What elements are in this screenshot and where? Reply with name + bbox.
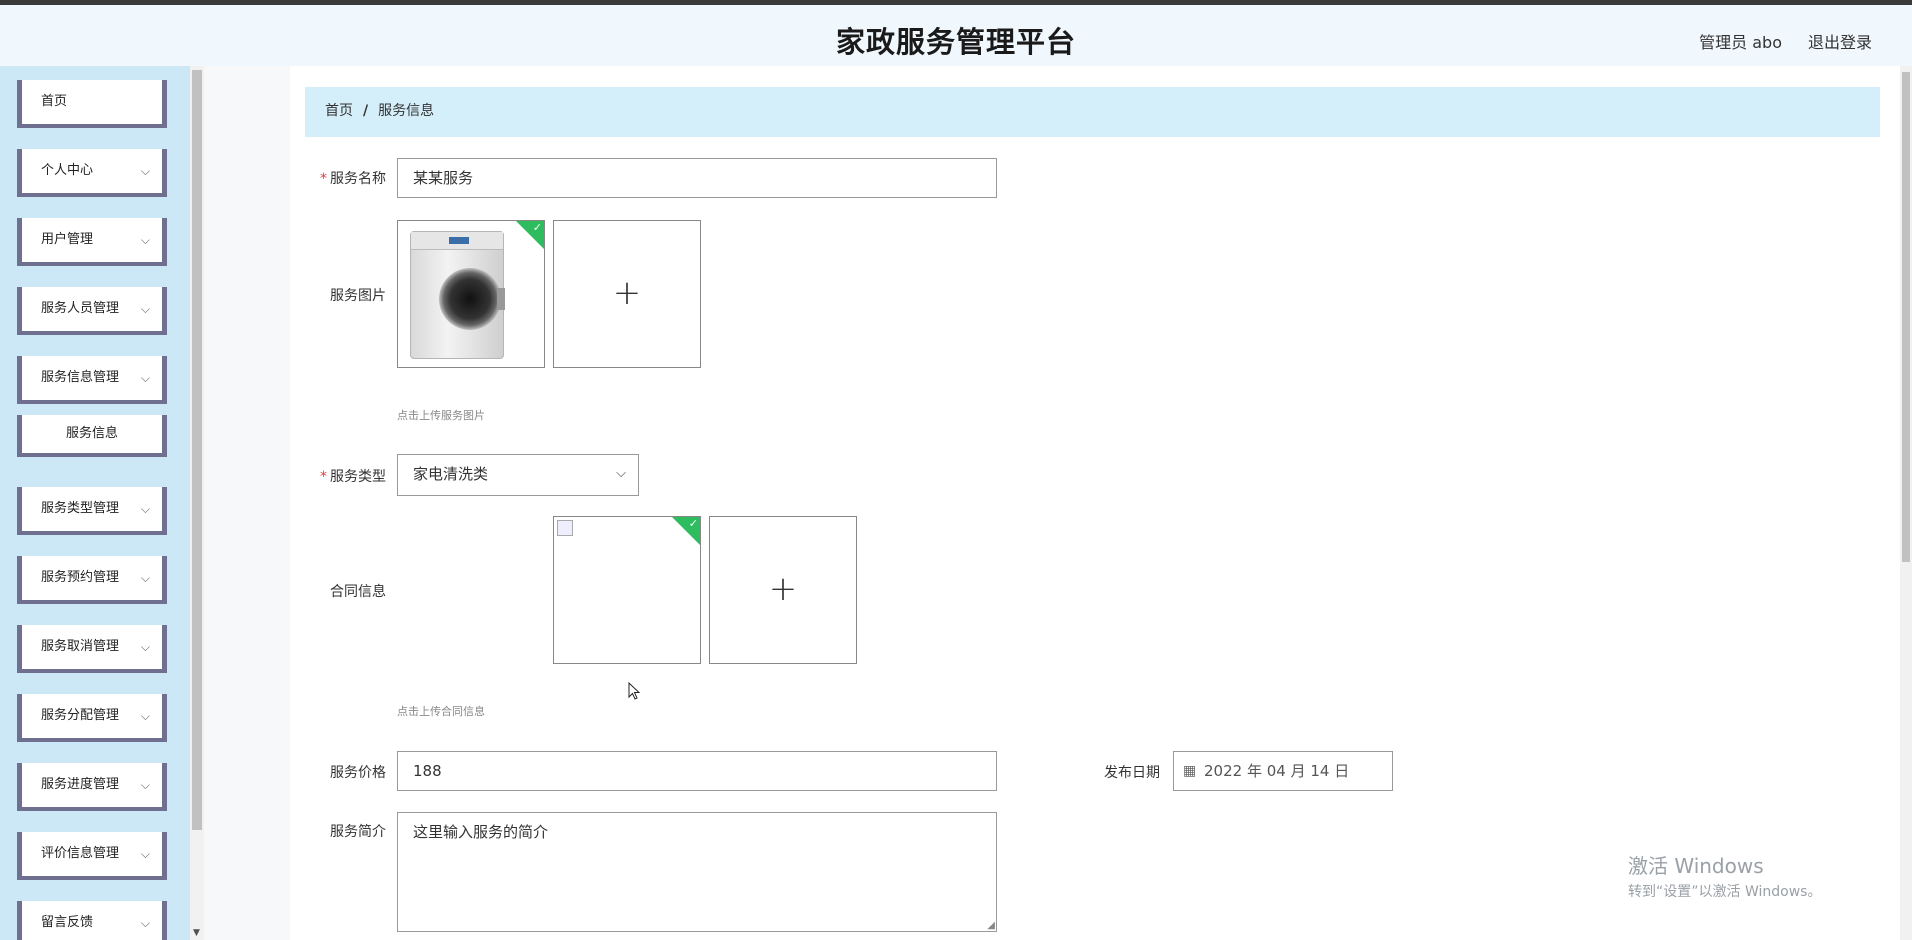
- check-icon: ✓: [688, 517, 698, 530]
- chevron-down-icon: ⌵: [140, 571, 150, 585]
- sidebar-subitem-service-info[interactable]: 服务信息: [17, 415, 167, 457]
- chevron-down-icon: ⌵: [140, 847, 150, 861]
- washing-machine-image: [410, 231, 505, 359]
- sidebar-item-assignment-management[interactable]: 服务分配管理 ⌵: [17, 694, 167, 742]
- required-marker: *: [320, 171, 327, 187]
- sidebar-item-cancellation-management[interactable]: 服务取消管理 ⌵: [17, 625, 167, 673]
- sidebar-item-label: 服务信息管理: [41, 370, 120, 385]
- sidebar-item-label: 服务进度管理: [41, 777, 120, 792]
- page-title: 家政服务管理平台: [835, 25, 1076, 59]
- service-type-select[interactable]: 家电清洗类 ⌵: [397, 454, 639, 496]
- service-image-label: 服务图片: [330, 288, 386, 304]
- contract-label: 合同信息: [330, 584, 386, 600]
- watermark-line2: 转到“设置”以激活 Windows。: [1628, 884, 1822, 900]
- chevron-down-icon: ⌵: [140, 371, 150, 385]
- service-name-label: * 服务名称: [320, 171, 386, 187]
- sidebar-item-label: 服务人员管理: [41, 301, 120, 316]
- sidebar-item-label: 评价信息管理: [41, 846, 120, 861]
- sidebar-scrollbar-thumb[interactable]: [192, 70, 202, 830]
- chevron-down-icon: ⌵: [140, 164, 150, 178]
- service-name-input[interactable]: 某某服务: [397, 158, 997, 198]
- sidebar-item-feedback[interactable]: 留言反馈 ⌵: [17, 901, 167, 940]
- intro-textarea[interactable]: 这里输入服务的简介 ◢: [397, 812, 997, 932]
- sidebar-item-review-management[interactable]: 评价信息管理 ⌵: [17, 832, 167, 880]
- sidebar-item-staff-management[interactable]: 服务人员管理 ⌵: [17, 287, 167, 335]
- sidebar-item-service-info-management[interactable]: 服务信息管理 ⌵: [17, 356, 167, 404]
- plus-icon: +: [768, 569, 798, 610]
- publish-date-value: 2022 年 04 月 14 日: [1204, 762, 1350, 780]
- service-type-value: 家电清洗类: [413, 465, 489, 483]
- breadcrumb-home[interactable]: 首页: [325, 103, 353, 119]
- chevron-down-icon: ⌵: [616, 466, 626, 481]
- sidebar-item-label: 首页: [41, 94, 68, 109]
- current-user: 管理员 abo: [1699, 33, 1782, 52]
- breadcrumb: 首页 / 服务信息: [305, 87, 1880, 137]
- breadcrumb-current: 服务信息: [378, 103, 435, 119]
- watermark-line1: 激活 Windows: [1628, 854, 1764, 878]
- sidebar-item-label: 服务预约管理: [41, 570, 120, 585]
- sidebar-scrollbar[interactable]: ▼: [190, 66, 204, 940]
- contract-hint: 点击上传合同信息: [397, 705, 485, 718]
- windows-activation-watermark: 激活 Windows 转到“设置”以激活 Windows。: [1628, 850, 1821, 901]
- chevron-down-icon: ⌵: [140, 302, 150, 316]
- publish-date-picker[interactable]: ▦ 2022 年 04 月 14 日: [1173, 751, 1393, 791]
- chevron-down-icon: ⌵: [140, 709, 150, 723]
- chevron-down-icon: ⌵: [140, 640, 150, 654]
- chevron-down-icon: ⌵: [140, 778, 150, 792]
- intro-label: 服务简介: [330, 824, 386, 840]
- contract-thumbnail[interactable]: ✓: [553, 516, 701, 664]
- contract-upload-button[interactable]: +: [709, 516, 857, 664]
- sidebar-item-personal-center[interactable]: 个人中心 ⌵: [17, 149, 167, 197]
- upload-success-badge: ✓: [672, 517, 700, 545]
- sidebar-item-label: 留言反馈: [41, 915, 94, 930]
- chevron-down-icon: ⌵: [140, 916, 150, 930]
- price-input[interactable]: 188: [397, 751, 997, 791]
- sidebar: 首页 个人中心 ⌵ 用户管理 ⌵ 服务人员管理 ⌵ 服务信息管理 ⌵ 服务信息 …: [0, 66, 190, 940]
- sidebar-item-label: 服务类型管理: [41, 501, 120, 516]
- required-marker: *: [320, 469, 327, 485]
- sidebar-item-progress-management[interactable]: 服务进度管理 ⌵: [17, 763, 167, 811]
- sidebar-item-label: 服务分配管理: [41, 708, 120, 723]
- resize-handle-icon[interactable]: ◢: [987, 920, 995, 931]
- sidebar-item-label: 服务信息: [65, 426, 118, 441]
- sidebar-item-user-management[interactable]: 用户管理 ⌵: [17, 218, 167, 266]
- sidebar-item-booking-management[interactable]: 服务预约管理 ⌵: [17, 556, 167, 604]
- scroll-down-arrow-icon[interactable]: ▼: [193, 928, 200, 938]
- page-scrollbar-thumb[interactable]: [1902, 72, 1910, 562]
- sidebar-item-label: 用户管理: [41, 232, 94, 247]
- chevron-down-icon: ⌵: [140, 233, 150, 247]
- sidebar-item-label: 服务取消管理: [41, 639, 120, 654]
- calendar-icon: ▦: [1183, 763, 1197, 779]
- mouse-cursor-icon: [628, 682, 641, 700]
- app-header: 家政服务管理平台 管理员 abo 退出登录: [0, 5, 1912, 66]
- intro-value: 这里输入服务的简介: [413, 823, 549, 841]
- logout-link[interactable]: 退出登录: [1808, 29, 1872, 53]
- broken-image-icon: [557, 520, 573, 536]
- service-image-upload-button[interactable]: +: [553, 220, 701, 368]
- plus-icon: +: [612, 273, 642, 314]
- service-image-hint: 点击上传服务图片: [397, 409, 485, 422]
- page-scrollbar[interactable]: [1900, 66, 1912, 940]
- chevron-down-icon: ⌵: [140, 502, 150, 516]
- sidebar-item-label: 个人中心: [41, 163, 94, 178]
- sidebar-item-service-type-management[interactable]: 服务类型管理 ⌵: [17, 487, 167, 535]
- check-icon: ✓: [532, 221, 542, 234]
- price-label: 服务价格: [330, 765, 386, 781]
- service-image-thumbnail[interactable]: ✓: [397, 220, 545, 368]
- sidebar-item-home[interactable]: 首页: [17, 80, 167, 128]
- upload-success-badge: ✓: [516, 221, 544, 249]
- publish-date-label: 发布日期: [1104, 765, 1160, 781]
- breadcrumb-separator: /: [363, 103, 369, 119]
- service-type-label: * 服务类型: [320, 469, 386, 485]
